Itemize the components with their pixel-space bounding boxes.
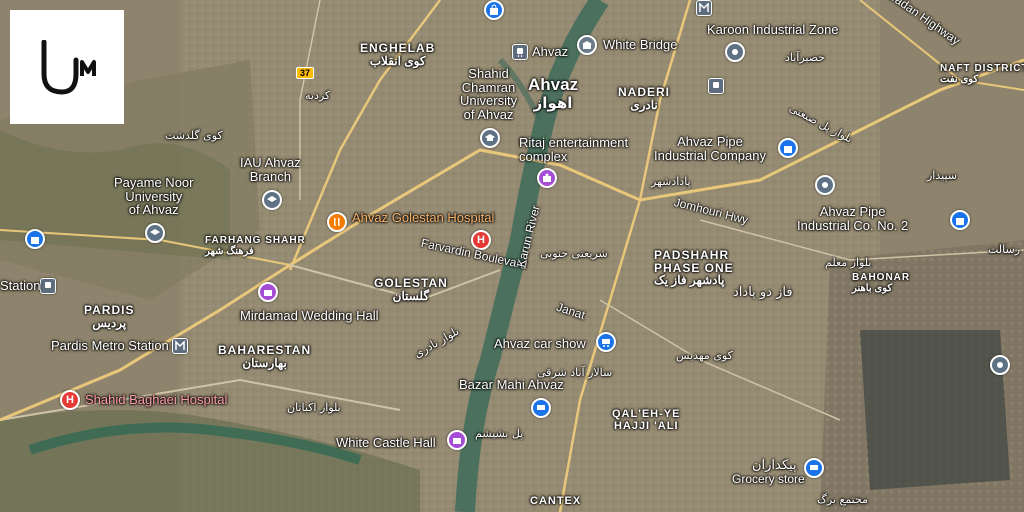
location-pin-icon-2[interactable] (815, 175, 835, 195)
landmark-icon[interactable] (577, 35, 597, 55)
district-golestan: GOLESTAN گلستان (374, 276, 448, 303)
place-grocery-label[interactable]: Grocery store (732, 473, 805, 486)
wedding-hall-icon[interactable] (258, 282, 278, 302)
um-logo-icon (41, 40, 96, 95)
metro-icon[interactable] (696, 0, 712, 16)
place-shahid-chamran-label[interactable]: Shahid Chamran University of Ahvaz (460, 67, 517, 122)
street-kooye-mehdis-label: کوی مهدیس (676, 349, 733, 362)
shopping-cart-icon[interactable] (596, 332, 616, 352)
shopping-cart-icon-3[interactable] (804, 458, 824, 478)
place-karoon-fa-label: حصیرآباد (785, 51, 826, 64)
route-37-shield: 37 (296, 67, 315, 79)
location-pin-icon-3[interactable] (990, 355, 1010, 375)
street-ekbatan-label: بلوار اکباتان (287, 401, 341, 414)
shopping-cart-icon-2[interactable] (531, 398, 551, 418)
place-pardis-metro-label[interactable]: Pardis Metro Station (51, 339, 169, 353)
place-karoon-industrial-label[interactable]: Karoon Industrial Zone (707, 23, 839, 37)
entertainment-icon[interactable] (537, 168, 557, 188)
district-cantex: CANTEX (530, 495, 582, 507)
place-station-label[interactable]: Station (0, 279, 40, 293)
shopping-bag-icon-2[interactable] (778, 138, 798, 158)
place-ahvaz-pipe-label[interactable]: Ahvaz Pipe Industrial Company (654, 135, 766, 162)
district-enghelab: ENGHELAB کوی انقلاب (360, 41, 436, 68)
street-kooye-golshasht-label: کوی گلدشت (165, 129, 223, 142)
district-bahonar: BAHONAR کوی باهنر (852, 272, 911, 294)
street-moalem-label: بلوار معلم (825, 256, 872, 269)
place-grocery-fa-label: پیکداران (752, 458, 797, 473)
place-ritaj-label[interactable]: Ritaj entertainment complex (519, 136, 628, 163)
place-shahid-baghaei-label[interactable]: Shahid Baghaei Hospital (85, 393, 227, 407)
shopping-bag-icon-4[interactable] (25, 229, 45, 249)
place-white-castle-label[interactable]: White Castle Hall (336, 436, 436, 450)
street-pol-label: پل بشیشم (475, 427, 524, 440)
hospital-icon-2[interactable]: H (60, 390, 80, 410)
district-pardis: PARDIS پردیس (84, 303, 135, 330)
district-naderi: NADERI نادری (618, 85, 671, 112)
place-mirdamad-label[interactable]: Mirdamad Wedding Hall (240, 309, 379, 323)
restaurant-icon[interactable] (327, 212, 347, 232)
place-ahvaz-station-label[interactable]: Ahvaz (532, 45, 568, 59)
um-logo (10, 10, 124, 124)
place-payame-noor-label[interactable]: Payame Noor University of Ahvaz (114, 176, 193, 217)
district-padshahr: PADSHAHR PHASE ONE پادشهر فاز یک (654, 248, 734, 288)
place-white-bridge-label[interactable]: White Bridge (603, 38, 677, 52)
street-kardeh-label: کردیه (305, 89, 331, 102)
graduation-cap-icon-2[interactable] (262, 190, 282, 210)
district-farhang-shahr: FARHANG SHAHR فرهنگ شهر (205, 235, 306, 257)
street-shariati-label: شریعتی جنوبی (540, 247, 608, 260)
place-golestan-hospital-label[interactable]: Ahvaz Golestan Hospital (352, 211, 494, 225)
place-ahvaz-pipe-no2-label[interactable]: Ahvaz Pipe Industrial Co. No. 2 (797, 205, 908, 232)
place-ahvaz-car-show-label[interactable]: Ahvaz car show (494, 337, 586, 351)
street-salar-label: سالار آباد شرقی (537, 366, 613, 379)
district-qaleh-ye-hajji-ali: QAL'EH-YE HAJJI 'ALI (612, 408, 681, 432)
shopping-bag-icon[interactable] (484, 0, 504, 20)
city-label-ahvaz: Ahvaz اهواز (528, 75, 579, 112)
place-bazar-mahi-label[interactable]: Bazar Mahi Ahvaz (459, 378, 564, 392)
metro-icon-2[interactable] (172, 338, 188, 354)
location-pin-icon[interactable] (725, 42, 745, 62)
train-station-icon-2[interactable] (40, 278, 56, 294)
street-padadshahr-label: پادادشهر (651, 175, 691, 188)
street-padshahr-fa2-label: فاز دو پاداد (733, 285, 793, 300)
district-naft: NAFT DISTRICT کوی نفت (940, 63, 1024, 85)
metro-station-icon[interactable] (512, 44, 528, 60)
street-majma-label: مجتمع برگ (817, 493, 868, 506)
train-station-icon[interactable] (708, 78, 724, 94)
graduation-cap-icon[interactable] (480, 128, 500, 148)
place-iau-label[interactable]: IAU Ahvaz Branch (240, 156, 301, 183)
graduation-cap-icon-3[interactable] (145, 223, 165, 243)
street-rasalat-label: رسالت (988, 243, 1021, 256)
wedding-hall-icon-2[interactable] (447, 430, 467, 450)
street-sepidar-label: سپیدار (927, 169, 957, 182)
shopping-bag-icon-3[interactable] (950, 210, 970, 230)
satellite-map[interactable]: ENGHELAB کوی انقلاب NADERI نادری FARHANG S… (0, 0, 1024, 512)
district-baharestan: BAHARESTAN بهارستان (218, 343, 312, 370)
